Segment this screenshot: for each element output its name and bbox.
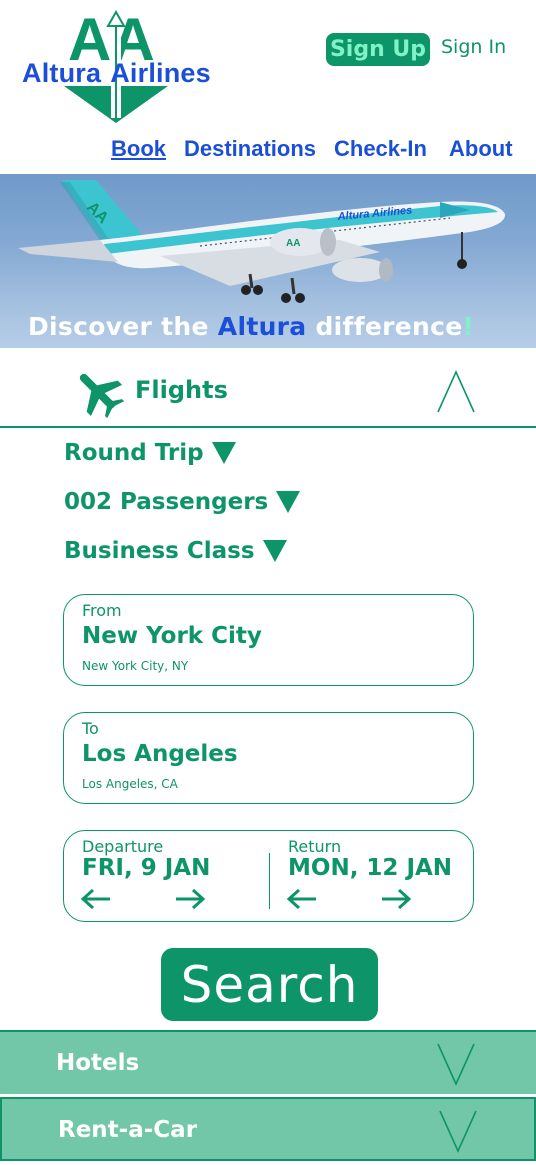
cabin-class-select[interactable]: Business Class: [64, 538, 287, 564]
plane-icon: [79, 373, 124, 418]
arrow-left-icon[interactable]: [286, 887, 318, 911]
svg-text:AA: AA: [286, 238, 300, 249]
sign-in-link[interactable]: Sign In: [441, 36, 506, 58]
logo-wordmark: Altura Airlines: [22, 58, 211, 89]
trip-type-value: Round Trip: [64, 440, 204, 466]
return-group[interactable]: Return MON, 12 JAN: [269, 837, 474, 911]
logo[interactable]: AA AlturaAirlines: [20, 6, 240, 128]
nav-about[interactable]: About: [449, 136, 513, 162]
chevron-down-icon: [439, 1110, 477, 1153]
trip-type-select[interactable]: Round Trip: [64, 440, 236, 466]
search-button[interactable]: Search: [161, 948, 378, 1021]
flights-label: Flights: [135, 376, 228, 404]
arrow-right-icon[interactable]: [380, 887, 412, 911]
nav-book[interactable]: Book: [111, 136, 166, 162]
chevron-up-icon[interactable]: [436, 370, 476, 414]
tagline-post: difference: [306, 312, 463, 341]
rent-a-car-section-header[interactable]: Rent-a-Car: [0, 1097, 536, 1161]
to-field[interactable]: To Los Angeles Los Angeles, CA: [63, 712, 474, 804]
date-field: Departure FRI, 9 JAN Return MON, 12 JAN: [63, 830, 474, 922]
from-detail: New York City, NY: [82, 659, 189, 673]
logo-word-airlines: Airlines: [110, 58, 211, 88]
dropdown-triangle-icon: [262, 540, 287, 562]
hotels-label: Hotels: [56, 1050, 140, 1076]
departure-group[interactable]: Departure FRI, 9 JAN: [64, 831, 269, 921]
from-label: From: [82, 601, 122, 620]
to-detail: Los Angeles, CA: [82, 777, 178, 791]
arrow-left-icon[interactable]: [80, 887, 112, 911]
flights-section-header[interactable]: Flights: [0, 348, 536, 428]
hero-tagline: Discover the Altura difference!: [28, 312, 474, 341]
arrow-right-icon[interactable]: [174, 887, 206, 911]
passengers-value: 002 Passengers: [64, 489, 269, 515]
hotels-section-header[interactable]: Hotels: [0, 1030, 536, 1094]
return-date: MON, 12 JAN: [288, 855, 453, 881]
from-field[interactable]: From New York City New York City, NY: [63, 594, 474, 686]
passengers-select[interactable]: 002 Passengers: [64, 489, 301, 515]
nav-destinations[interactable]: Destinations: [184, 136, 316, 162]
tagline-brand: Altura: [217, 312, 307, 341]
departure-date: FRI, 9 JAN: [82, 855, 211, 881]
sign-up-button[interactable]: Sign Up: [326, 33, 430, 66]
dropdown-triangle-icon: [211, 442, 236, 464]
return-label: Return: [288, 837, 342, 856]
logo-word-altura: Altura: [22, 58, 102, 88]
nav-check-in[interactable]: Check-In: [334, 136, 427, 162]
dropdown-triangle-icon: [276, 491, 301, 513]
to-city: Los Angeles: [82, 741, 238, 767]
chevron-down-icon: [437, 1043, 475, 1086]
departure-label: Departure: [82, 837, 164, 856]
hero-banner: AA Altura Airlines AA Discover the Altur…: [0, 174, 536, 348]
tagline-pre: Discover the: [28, 312, 218, 341]
rent-a-car-label: Rent-a-Car: [58, 1117, 198, 1143]
cabin-class-value: Business Class: [64, 538, 255, 564]
tagline-exclamation: !: [462, 312, 475, 341]
to-label: To: [82, 719, 99, 738]
from-city: New York City: [82, 623, 262, 649]
